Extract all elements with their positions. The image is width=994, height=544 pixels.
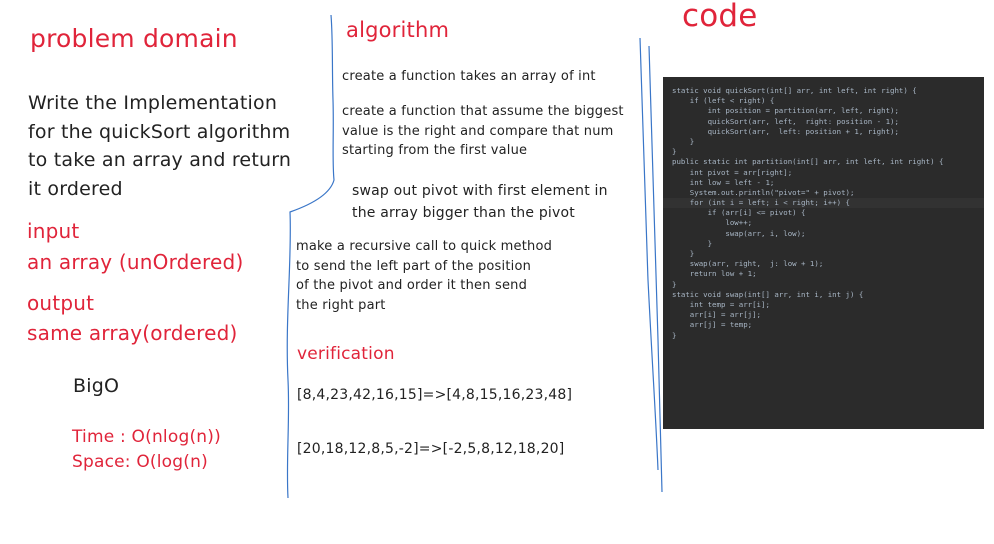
code-line: quickSort(arr, left, right: position - 1… [672,116,899,126]
algorithm-step-3: swap out pivot with first element in the… [352,180,608,224]
code-line: low++; [672,218,753,228]
algorithm-step-line: the right part [296,297,386,313]
algorithm-step-line: swap out pivot with first element in [352,183,608,199]
algorithm-step-line: of the pivot and order it then send [296,278,528,293]
code-line: static void quickSort(int[] arr, int lef… [672,86,917,95]
problem-domain-heading: problem domain [30,24,238,53]
problem-description-line: to take an array and return [28,149,292,171]
code-line: } [672,249,695,258]
code-screenshot: static void quickSort(int[] arr, int lef… [663,77,984,429]
problem-description-line: it ordered [28,177,123,200]
algorithm-step-1: create a function takes an array of int [342,67,596,87]
code-line: System.out.println("pivot=" + pivot); [672,187,855,197]
problem-description-line: Write the Implementation [28,92,278,114]
code-line: swap(arr, i, low); [672,228,806,238]
separator-middle [639,37,659,471]
code-line: } [672,279,677,289]
code-line: int low = left - 1; [672,177,775,187]
bigo-time: Time : O(nlog(n)) [72,427,221,447]
algorithm-step-line: create a function that assume the bigges… [342,104,624,119]
algorithm-step-line: value is the right and compare that num [342,123,614,139]
separator-right [648,45,663,493]
bigo-heading: BigO [73,375,120,397]
algorithm-step-line: the array bigger than the pivot [352,205,575,221]
code-line: arr[j] = temp; [672,320,753,330]
code-line: if (arr[i] <= pivot) { [672,208,806,218]
algorithm-step-line: to send the left part of the position [296,258,532,274]
input-text: an array (unOrdered) [27,250,244,274]
code-line: static void swap(int[] arr, int i, int j… [672,289,864,299]
code-line: return low + 1; [672,269,757,279]
code-line: arr[i] = arr[j]; [672,310,761,320]
code-line: } [672,147,677,157]
bigo-space: Space: O(log(n) [72,452,208,472]
problem-description: Write the Implementation for the quickSo… [28,89,291,203]
algorithm-step-line: create a function takes an array of int [342,69,596,84]
code-line: } [672,330,677,340]
input-heading: input [27,219,80,243]
code-line: public static int partition(int[] arr, i… [672,157,944,167]
algorithm-step-2: create a function that assume the bigges… [342,102,624,161]
code-heading: code [682,0,758,34]
code-line: int temp = arr[i]; [672,299,770,309]
code-line: } [672,238,713,248]
verification-example-2: [20,18,12,8,5,-2]=>[-2,5,8,12,18,20] [297,441,565,457]
code-line: int position = partition(arr, left, righ… [672,106,899,116]
output-heading: output [27,291,95,315]
problem-description-line: for the quickSort algorithm [28,120,291,143]
algorithm-step-4: make a recursive call to quick method to… [296,237,552,315]
code-line: int pivot = arr[right]; [672,167,793,177]
output-text: same array(ordered) [27,321,238,345]
code-line: quickSort(arr, left: position + 1, right… [672,126,899,136]
algorithm-heading: algorithm [346,18,450,42]
algorithm-step-line: make a recursive call to quick method [296,239,553,254]
code-line: } [672,136,695,146]
code-line: swap(arr, right, j: low + 1); [672,259,824,269]
code-line: for (int i = left; i < right; i++) { [663,198,984,209]
verification-example-1: [8,4,23,42,16,15]=>[4,8,15,16,23,48] [297,387,573,403]
verification-heading: verification [297,344,395,364]
algorithm-step-line: starting from the first value [342,143,528,158]
code-line: if (left < right) { [672,96,775,106]
